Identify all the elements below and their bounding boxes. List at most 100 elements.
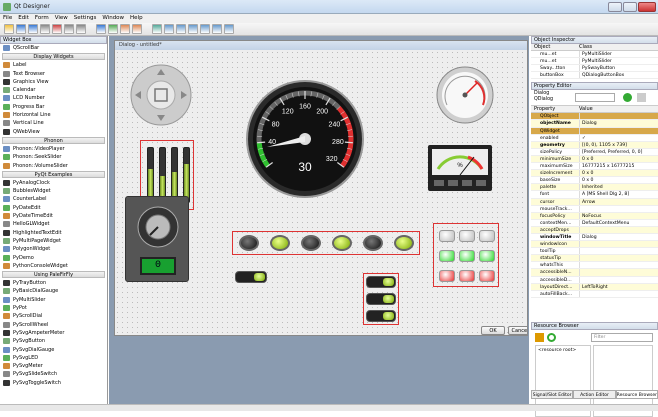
property-row[interactable]: minimumSize0 x 0 bbox=[531, 156, 658, 163]
property-value[interactable]: DefaultContextMenu bbox=[579, 220, 658, 226]
widget-item[interactable]: Vertical Line bbox=[0, 119, 107, 127]
property-row[interactable]: sizePolicy[Preferred, Preferred, 0, 0] bbox=[531, 149, 658, 156]
property-row[interactable]: paletteInherited bbox=[531, 184, 658, 191]
new-icon[interactable] bbox=[4, 24, 14, 34]
layout-v-icon[interactable] bbox=[164, 24, 174, 34]
property-row[interactable]: mouseTrack... bbox=[531, 206, 658, 213]
widget-item[interactable]: Text Browser bbox=[0, 70, 107, 78]
widget-item[interactable]: PyDemo bbox=[0, 254, 107, 262]
widget-item[interactable]: QScrollBar bbox=[0, 44, 107, 52]
widget-category[interactable]: Using PaleFirFly bbox=[2, 271, 105, 278]
led-button[interactable] bbox=[459, 230, 475, 242]
led-button[interactable] bbox=[459, 250, 475, 262]
property-row[interactable]: acceptDrops bbox=[531, 227, 658, 234]
menu-form[interactable]: Form bbox=[32, 14, 52, 22]
widget-item[interactable]: Horizontal Line bbox=[0, 111, 107, 119]
object-row[interactable]: mu...etPyMultiSlider bbox=[531, 51, 658, 58]
speedometer-gauge[interactable]: 4080120160200240280320 30 bbox=[245, 79, 365, 199]
led-button[interactable] bbox=[439, 230, 455, 242]
widget-category[interactable]: PyQt Examples bbox=[2, 171, 105, 178]
widget-item[interactable]: PyDateTimeEdit bbox=[0, 212, 107, 220]
object-row[interactable]: buttonBoxQDialogButtonBox bbox=[531, 72, 658, 79]
led-indicator[interactable] bbox=[332, 235, 352, 251]
property-value[interactable] bbox=[579, 255, 658, 261]
property-value[interactable]: Dialog bbox=[579, 234, 658, 240]
property-value[interactable] bbox=[579, 269, 658, 275]
led-button[interactable] bbox=[439, 270, 455, 282]
property-row[interactable]: whatsThis bbox=[531, 262, 658, 269]
property-value[interactable]: Inherited bbox=[579, 184, 658, 190]
property-value[interactable] bbox=[579, 291, 658, 297]
widget-item[interactable]: QWebView bbox=[0, 128, 107, 136]
widget-item[interactable]: CounterLabel bbox=[0, 195, 107, 203]
dpad-button[interactable] bbox=[129, 63, 193, 127]
property-value[interactable]: 0 x 0 bbox=[579, 177, 658, 183]
widget-item[interactable]: PyMultiSlider bbox=[0, 296, 107, 304]
add-property-icon[interactable] bbox=[623, 93, 632, 102]
paste-icon[interactable] bbox=[76, 24, 86, 34]
widget-item[interactable]: PySvgSlideSwitch bbox=[0, 370, 107, 378]
property-row[interactable]: toolTip bbox=[531, 248, 658, 255]
resource-filter-input[interactable]: Filter bbox=[591, 333, 653, 342]
property-value[interactable]: LeftToRight bbox=[579, 284, 658, 290]
object-row[interactable]: Sway...ttonPySwayButton bbox=[531, 65, 658, 72]
minimize-icon[interactable] bbox=[608, 2, 622, 12]
edit-resources-icon[interactable] bbox=[535, 333, 544, 342]
slider-column[interactable] bbox=[147, 147, 154, 203]
widget-item[interactable]: PyAnalogClock bbox=[0, 179, 107, 187]
form-window[interactable]: Dialog - untitled* 408012016020024028032… bbox=[114, 40, 528, 336]
led-indicator[interactable] bbox=[394, 235, 414, 251]
widget-item[interactable]: BubblesWidget bbox=[0, 187, 107, 195]
widget-item[interactable]: Phonon::SeekSlider bbox=[0, 153, 107, 161]
property-row[interactable]: layoutDirect...LeftToRight bbox=[531, 284, 658, 291]
menu-window[interactable]: Window bbox=[99, 14, 127, 22]
property-row[interactable]: windowIcon bbox=[531, 241, 658, 248]
property-value[interactable]: 16777215 x 16777215 bbox=[579, 163, 658, 169]
widget-item[interactable]: PySvgLED bbox=[0, 354, 107, 362]
property-value[interactable] bbox=[579, 206, 658, 212]
layout-h-icon[interactable] bbox=[152, 24, 162, 34]
property-value[interactable] bbox=[579, 113, 658, 119]
close-icon[interactable] bbox=[638, 2, 656, 12]
property-value[interactable] bbox=[579, 128, 658, 134]
property-row[interactable]: focusPolicyNoFocus bbox=[531, 213, 658, 220]
reload-icon[interactable] bbox=[547, 333, 556, 342]
property-value[interactable]: NoFocus bbox=[579, 213, 658, 219]
copy-icon[interactable] bbox=[64, 24, 74, 34]
led-indicator[interactable] bbox=[239, 235, 259, 251]
break-layout-icon[interactable] bbox=[212, 24, 222, 34]
configure-icon[interactable] bbox=[637, 93, 646, 102]
widget-item[interactable]: Graphics View bbox=[0, 78, 107, 86]
property-value[interactable]: 0 x 0 bbox=[579, 170, 658, 176]
property-row[interactable]: statusTip bbox=[531, 255, 658, 262]
property-row[interactable]: fontA [MS Shell Dlg 2, 8] bbox=[531, 191, 658, 198]
tab-resource-browser[interactable]: Resource Browser bbox=[616, 390, 658, 399]
cancel-button[interactable]: Cancel bbox=[508, 326, 528, 335]
widget-item[interactable]: Label bbox=[0, 61, 107, 69]
layout-grid-icon[interactable] bbox=[200, 24, 210, 34]
property-value[interactable]: 0 x 0 bbox=[579, 156, 658, 162]
widget-item[interactable]: HelloGLWidget bbox=[0, 220, 107, 228]
property-value[interactable]: A [MS Shell Dlg 2, 8] bbox=[579, 191, 658, 197]
led-button[interactable] bbox=[479, 270, 495, 282]
property-row[interactable]: sizeIncrement0 x 0 bbox=[531, 170, 658, 177]
ok-button[interactable]: OK bbox=[481, 326, 505, 335]
widget-item[interactable]: PySvgButton bbox=[0, 337, 107, 345]
tab-action-editor[interactable]: Action Editor bbox=[573, 390, 615, 399]
layout-split-v-icon[interactable] bbox=[188, 24, 198, 34]
property-row[interactable]: accessibleD... bbox=[531, 277, 658, 284]
property-value[interactable] bbox=[579, 248, 658, 254]
property-row[interactable]: objectNameDialog bbox=[531, 120, 658, 127]
slider-column[interactable] bbox=[159, 147, 166, 203]
led-button[interactable] bbox=[479, 230, 495, 242]
widget-item[interactable]: PolygonWidget bbox=[0, 245, 107, 253]
property-row[interactable]: windowTitleDialog bbox=[531, 234, 658, 241]
led-indicator[interactable] bbox=[270, 235, 290, 251]
resource-root[interactable]: <resource root> bbox=[538, 348, 576, 353]
cut-icon[interactable] bbox=[52, 24, 62, 34]
widget-item[interactable]: PyScrollDial bbox=[0, 312, 107, 320]
object-row[interactable]: mu...etPyMultiSlider bbox=[531, 58, 658, 65]
widget-item[interactable]: PySvgDialGauge bbox=[0, 346, 107, 354]
volume-knob[interactable] bbox=[136, 205, 180, 249]
widget-item[interactable]: PySvgMeter bbox=[0, 362, 107, 370]
